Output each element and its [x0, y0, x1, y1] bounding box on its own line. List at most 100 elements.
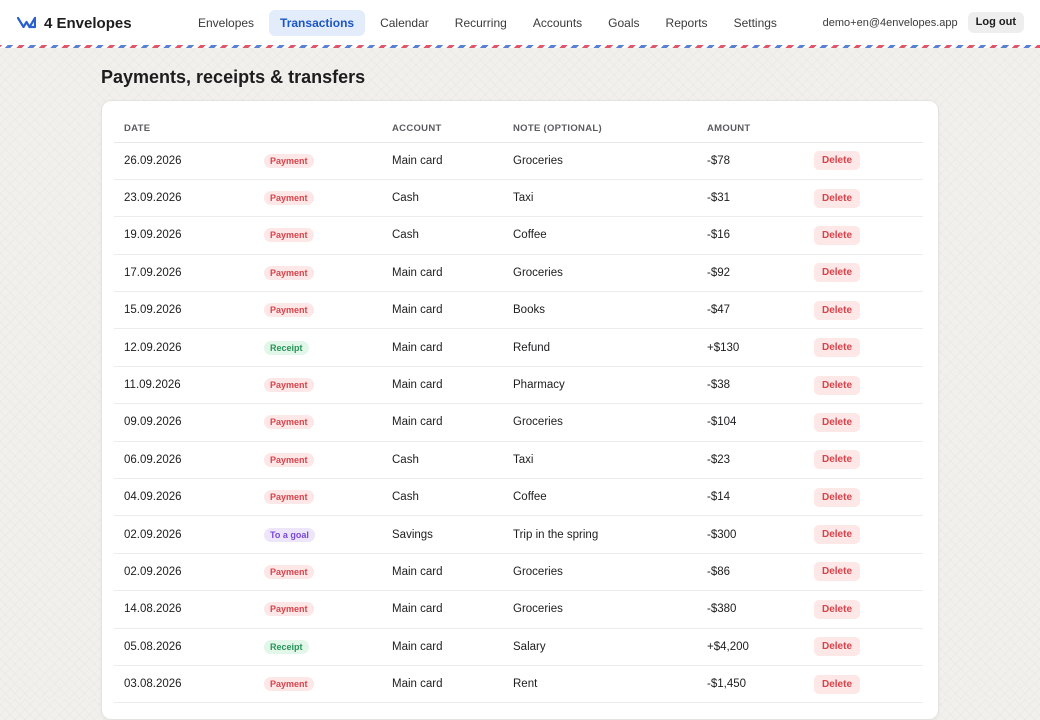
user-area: demo+en@4envelopes.app Log out: [823, 12, 1024, 33]
cell-date: 15.09.2026: [114, 291, 254, 330]
type-badge: Payment: [264, 602, 314, 617]
cell-actions: Delete: [804, 441, 923, 480]
cell-amount: -$31: [697, 179, 804, 218]
cell-type: To a goal: [254, 515, 382, 554]
cell-type: Payment: [254, 291, 382, 330]
table-row: 14.08.2026 Payment Main card Groceries -$380…: [114, 590, 923, 629]
type-badge: Payment: [264, 564, 314, 579]
delete-button[interactable]: Delete: [814, 599, 861, 619]
nav-item-recurring[interactable]: Recurring: [444, 10, 518, 36]
cell-note: Refund: [503, 328, 697, 367]
transactions-table: DATE ACCOUNT NOTE (OPTIONAL) AMOUNT 26.0…: [114, 115, 923, 704]
nav-item-reports[interactable]: Reports: [655, 10, 719, 36]
cell-type: Payment: [254, 366, 382, 405]
cell-account: Cash: [382, 179, 503, 218]
cell-note: Taxi: [503, 441, 697, 480]
delete-button[interactable]: Delete: [814, 375, 861, 395]
cell-type: Payment: [254, 179, 382, 218]
page-title: Payments, receipts & transfers: [101, 67, 366, 87]
brand[interactable]: 4 Envelopes: [17, 12, 132, 34]
cell-note: Taxi: [503, 179, 697, 218]
delete-button[interactable]: Delete: [814, 674, 861, 694]
type-badge: Payment: [264, 452, 314, 467]
cell-actions: Delete: [804, 628, 923, 666]
cell-actions: Delete: [804, 553, 923, 592]
type-badge: Payment: [264, 415, 314, 430]
nav-item-accounts[interactable]: Accounts: [522, 10, 593, 36]
table-header-row: DATE ACCOUNT NOTE (OPTIONAL) AMOUNT: [114, 115, 923, 143]
delete-button[interactable]: Delete: [814, 263, 861, 283]
cell-amount: -$86: [697, 553, 804, 592]
column-header-account: ACCOUNT: [382, 115, 503, 143]
cell-note: Books: [503, 291, 697, 330]
cell-type: Payment: [254, 254, 382, 293]
cell-amount: -$92: [697, 254, 804, 293]
cell-amount: -$380: [697, 590, 804, 629]
app-name: 4 Envelopes: [44, 14, 132, 32]
cell-actions: Delete: [804, 515, 923, 554]
cell-type: Payment: [254, 216, 382, 255]
column-header-date: DATE: [114, 115, 254, 143]
table-row: 05.08.2026 Receipt Main card Salary +$4,200 D…: [114, 628, 923, 666]
cell-type: Receipt: [254, 628, 382, 666]
table-row: 17.09.2026 Payment Main card Groceries -$92 D…: [114, 254, 923, 293]
delete-button[interactable]: Delete: [814, 562, 861, 582]
cell-account: Cash: [382, 478, 503, 517]
cell-date: 06.09.2026: [114, 441, 254, 480]
cell-actions: Delete: [804, 254, 923, 293]
type-badge: Payment: [264, 228, 314, 243]
nav-item-calendar[interactable]: Calendar: [369, 10, 440, 36]
delete-button[interactable]: Delete: [814, 151, 861, 171]
cell-account: Cash: [382, 216, 503, 255]
cell-type: Payment: [254, 403, 382, 442]
type-badge: Payment: [264, 490, 314, 505]
cell-note: Rent: [503, 665, 697, 704]
cell-account: Savings: [382, 515, 503, 554]
cell-actions: Delete: [804, 478, 923, 517]
cell-amount: -$16: [697, 216, 804, 255]
cell-actions: Delete: [804, 366, 923, 405]
nav-item-envelopes[interactable]: Envelopes: [187, 10, 265, 36]
delete-button[interactable]: Delete: [814, 225, 861, 245]
nav-item-goals[interactable]: Goals: [597, 10, 650, 36]
cell-date: 05.08.2026: [114, 628, 254, 666]
nav-item-settings[interactable]: Settings: [723, 10, 788, 36]
cell-date: 14.08.2026: [114, 590, 254, 629]
cell-type: Receipt: [254, 328, 382, 367]
cell-account: Main card: [382, 328, 503, 367]
delete-button[interactable]: Delete: [814, 637, 861, 657]
table-row: 09.09.2026 Payment Main card Groceries -$104…: [114, 403, 923, 442]
cell-actions: Delete: [804, 142, 923, 180]
cell-type: Payment: [254, 665, 382, 704]
cell-date: 04.09.2026: [114, 478, 254, 517]
table-row: 23.09.2026 Payment Cash Taxi -$31 Delete: [114, 179, 923, 218]
nav-item-transactions[interactable]: Transactions: [269, 10, 366, 36]
delete-button[interactable]: Delete: [814, 338, 861, 358]
cell-date: 19.09.2026: [114, 216, 254, 255]
delete-button[interactable]: Delete: [814, 412, 861, 432]
delete-button[interactable]: Delete: [814, 300, 861, 320]
cell-account: Main card: [382, 665, 503, 704]
type-badge: Payment: [264, 153, 314, 168]
type-badge: Payment: [264, 677, 314, 692]
delete-button[interactable]: Delete: [814, 487, 861, 507]
delete-button[interactable]: Delete: [814, 450, 861, 470]
cell-note: Coffee: [503, 216, 697, 255]
cell-actions: Delete: [804, 179, 923, 218]
table-row: 06.09.2026 Payment Cash Taxi -$23 Delete: [114, 441, 923, 480]
column-header-actions: [804, 115, 923, 143]
logout-button[interactable]: Log out: [967, 12, 1024, 33]
delete-button[interactable]: Delete: [814, 188, 861, 208]
cell-amount: -$14: [697, 478, 804, 517]
table-row: 02.09.2026 To a goal Savings Trip in the sp…: [114, 515, 923, 554]
delete-button[interactable]: Delete: [814, 525, 861, 545]
type-badge: Receipt: [264, 639, 309, 654]
table-row: 26.09.2026 Payment Main card Groceries -$78 D…: [114, 142, 923, 180]
table-row: 03.08.2026 Payment Main card Rent -$1,450 Del…: [114, 665, 923, 704]
cell-date: 12.09.2026: [114, 328, 254, 367]
cell-account: Cash: [382, 441, 503, 480]
cell-account: Main card: [382, 553, 503, 592]
main-nav: Envelopes Transactions Calendar Recurring Ac…: [187, 10, 788, 36]
table-row: 04.09.2026 Payment Cash Coffee -$14 Delete: [114, 478, 923, 517]
column-header-note: NOTE (OPTIONAL): [503, 115, 697, 143]
